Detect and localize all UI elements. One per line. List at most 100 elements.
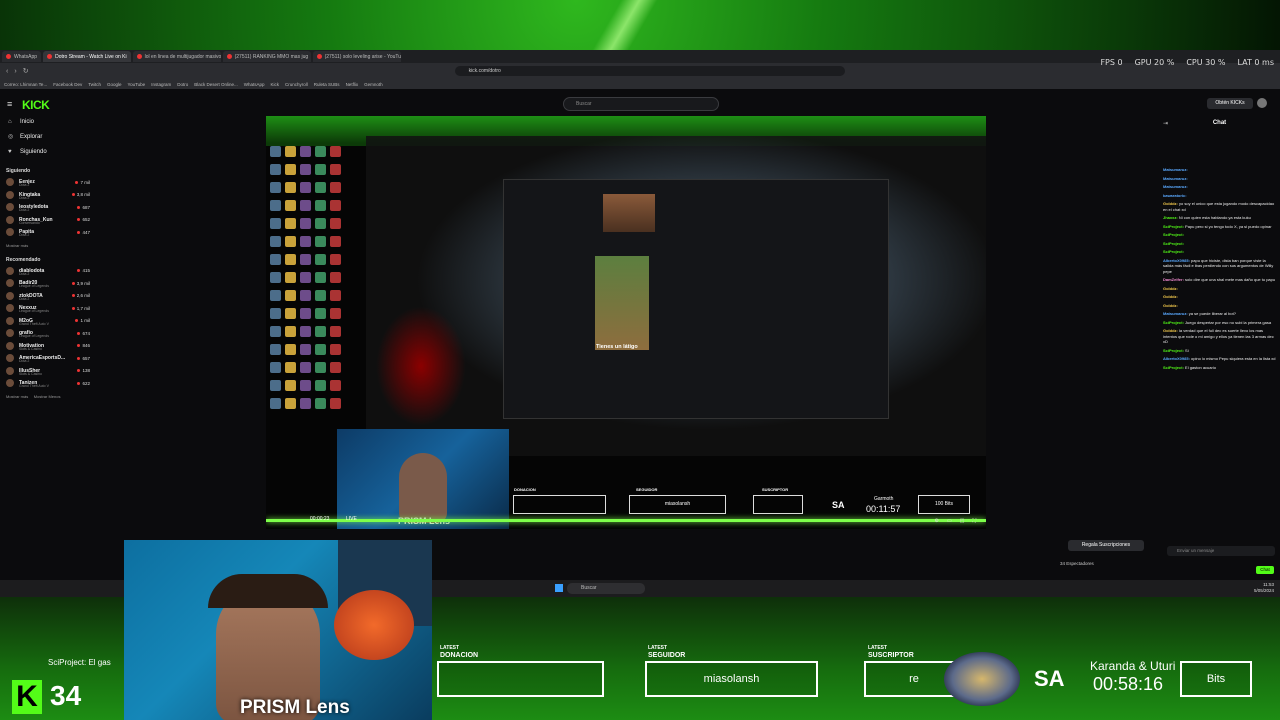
- channel-item[interactable]: Papita Dota 2 447: [0, 226, 96, 239]
- chat-username[interactable]: SciProject:: [1163, 365, 1184, 370]
- chat-username[interactable]: Golddz:: [1163, 286, 1178, 291]
- chat-username[interactable]: Matsumaruz:: [1163, 167, 1188, 172]
- chat-username[interactable]: Golddz:: [1163, 294, 1178, 299]
- desktop-app-icon: [285, 200, 296, 211]
- channel-category: Dota 2: [19, 296, 30, 301]
- bookmark-item[interactable]: Gemnoth: [364, 82, 383, 87]
- stream-video-player[interactable]: Tienes un látigo PRISM Lens DONACION SEG…: [266, 116, 986, 529]
- windows-start-icon[interactable]: [555, 584, 563, 592]
- desktop-app-icon: [300, 362, 311, 373]
- bookmark-item[interactable]: Dotro: [177, 82, 188, 87]
- channel-item[interactable]: Tanizen Grand Theft Auto V 622: [0, 377, 96, 390]
- bookmark-item[interactable]: Crunchyroll: [285, 82, 308, 87]
- browser-tab[interactable]: (27511) solo leveling arise - YouTube: [312, 51, 401, 62]
- sidebar-item-explorar[interactable]: ◎ Explorar: [0, 129, 96, 144]
- bookmark-item[interactable]: Kick: [271, 82, 280, 87]
- taskbar-search[interactable]: Buscar: [567, 583, 645, 594]
- sidebar-item-siguiendo[interactable]: ♥ Siguiendo: [0, 144, 96, 159]
- reload-icon[interactable]: ↻: [23, 67, 29, 75]
- chat-username[interactable]: DamZelfer:: [1163, 277, 1184, 282]
- menu-icon[interactable]: ≡: [7, 99, 12, 109]
- chat-username[interactable]: Golddz:: [1163, 201, 1178, 206]
- bookmark-item[interactable]: Netflix: [346, 82, 359, 87]
- chat-username[interactable]: Matsumaruz:: [1163, 311, 1188, 316]
- channel-item[interactable]: IllusSher Slots & Casino 138: [0, 365, 96, 378]
- desktop-app-icon: [330, 218, 341, 229]
- bookmark-item[interactable]: Instagram: [151, 82, 171, 87]
- gift-subs-button[interactable]: Regala Suscripciones: [1068, 540, 1144, 551]
- channel-item[interactable]: leostyledota Dota 2 687: [0, 201, 96, 214]
- chat-username[interactable]: SciProject:: [1163, 348, 1184, 353]
- desktop-app-icon: [285, 362, 296, 373]
- settings-icon[interactable]: ⚙: [935, 518, 939, 524]
- bookmark-item[interactable]: Correo: Lhimnan Te...: [4, 82, 47, 87]
- channel-viewers: 415: [77, 268, 90, 273]
- address-field[interactable]: kick.com/dotro: [454, 66, 845, 76]
- kick-logo[interactable]: KICK: [22, 98, 50, 112]
- chat-username[interactable]: Golddz:: [1163, 303, 1178, 308]
- channel-item[interactable]: AmericaEsportsD... Dota 2 657: [0, 352, 96, 365]
- channel-item[interactable]: Eenjez Dota 27 mil: [0, 176, 96, 189]
- sidebar-item-inicio[interactable]: ⌂ Inicio: [0, 114, 96, 129]
- chat-username[interactable]: SciProject:: [1163, 241, 1184, 246]
- chat-username[interactable]: Matsumaruz:: [1163, 184, 1188, 189]
- show-more-following[interactable]: Mostrar más: [0, 243, 96, 248]
- video-follower-label: SEGUIDOR: [636, 487, 658, 492]
- bookmark-item[interactable]: YouTube: [128, 82, 146, 87]
- chat-username[interactable]: AlbertoX0985:: [1163, 258, 1190, 263]
- browser-tab[interactable]: WhatsApp: [2, 51, 42, 62]
- channel-avatar: [6, 354, 14, 363]
- channel-item[interactable]: diablodota Dota 2 415: [0, 265, 96, 278]
- bookmark-item[interactable]: Facebook Dev: [53, 82, 82, 87]
- bookmark-item[interactable]: Ruleta SUBs: [314, 82, 340, 87]
- bookmark-item[interactable]: Google: [107, 82, 122, 87]
- chat-input[interactable]: Enviar un mensaje: [1167, 546, 1275, 556]
- chat-username[interactable]: AlbertoX0985:: [1163, 356, 1190, 361]
- chat-username[interactable]: Golddz:: [1163, 328, 1178, 333]
- chat-username[interactable]: Jhaxxz:: [1163, 215, 1178, 220]
- chat-username[interactable]: SciProject:: [1163, 249, 1184, 254]
- chat-send-button[interactable]: Chat: [1256, 566, 1274, 574]
- fullscreen-icon[interactable]: ⛶: [972, 518, 976, 524]
- channel-item[interactable]: Nexxuz League of Legends 1,7 mil: [0, 302, 96, 315]
- kick-header: ≡ KICK Buscar Obtén KICKs: [0, 96, 1280, 114]
- forward-icon[interactable]: ›: [14, 68, 16, 75]
- show-less-link[interactable]: Mostrar Menos: [34, 394, 61, 399]
- bookmark-item[interactable]: Twitch: [88, 82, 101, 87]
- chat-username[interactable]: SciProject:: [1163, 232, 1184, 237]
- desktop-app-icon: [300, 308, 311, 319]
- bits-box: Bits: [1180, 661, 1252, 697]
- channel-item[interactable]: Kingtaka Dota 2 3,8 mil: [0, 189, 96, 202]
- bookmark-item[interactable]: WhatsApp: [244, 82, 265, 87]
- back-icon[interactable]: ‹: [6, 68, 8, 75]
- browser-tab[interactable]: lol en linea de multijugador masivo: [132, 51, 221, 62]
- show-more-recommended[interactable]: Mostrar más Mostrar Menos: [0, 394, 96, 399]
- chat-username[interactable]: Matsumaruz:: [1163, 176, 1188, 181]
- channel-item[interactable]: ztokDOTA Dota 2 2,6 mil: [0, 290, 96, 303]
- browser-tab[interactable]: (27511) RANKING MMO mas jug: [222, 51, 311, 62]
- tab-favicon-icon: [226, 54, 232, 59]
- chat-username[interactable]: SciProject:: [1163, 224, 1184, 229]
- get-kicks-button[interactable]: Obtén KICKs: [1207, 98, 1253, 109]
- avatar[interactable]: [1257, 98, 1267, 108]
- channel-item[interactable]: Badir20 League of Legends 3,9 mil: [0, 277, 96, 290]
- channel-category: Dota 2: [19, 359, 30, 363]
- channel-item[interactable]: M2oG Grand Theft Auto V1 mil: [0, 315, 96, 328]
- nested-caption: Tienes un látigo: [596, 344, 638, 350]
- tab-favicon-icon: [316, 54, 322, 59]
- channel-item[interactable]: Motivation Slots & Casino 846: [0, 340, 96, 353]
- channel-item[interactable]: grafio League of Legends 674: [0, 327, 96, 340]
- desktop-icons: [270, 146, 346, 446]
- channel-category: Grand Theft Auto V: [19, 384, 49, 388]
- desktop-app-icon: [330, 398, 341, 409]
- bookmark-item[interactable]: Black Desert Online...: [194, 82, 238, 87]
- chat-username[interactable]: SciProject:: [1163, 320, 1184, 325]
- pip-icon[interactable]: ◰: [960, 518, 965, 524]
- channel-item[interactable]: Ronchas_Kun Conversando 652: [0, 214, 96, 227]
- search-input[interactable]: Buscar: [563, 97, 719, 111]
- theater-icon[interactable]: ▭: [947, 518, 952, 524]
- chat-username[interactable]: kawaratoric:: [1163, 193, 1187, 198]
- show-more-link[interactable]: Mostrar más: [6, 394, 28, 399]
- browser-tab[interactable]: Dotro Stream - Watch Live on Ki: [43, 51, 131, 62]
- desktop-app-icon: [270, 146, 281, 157]
